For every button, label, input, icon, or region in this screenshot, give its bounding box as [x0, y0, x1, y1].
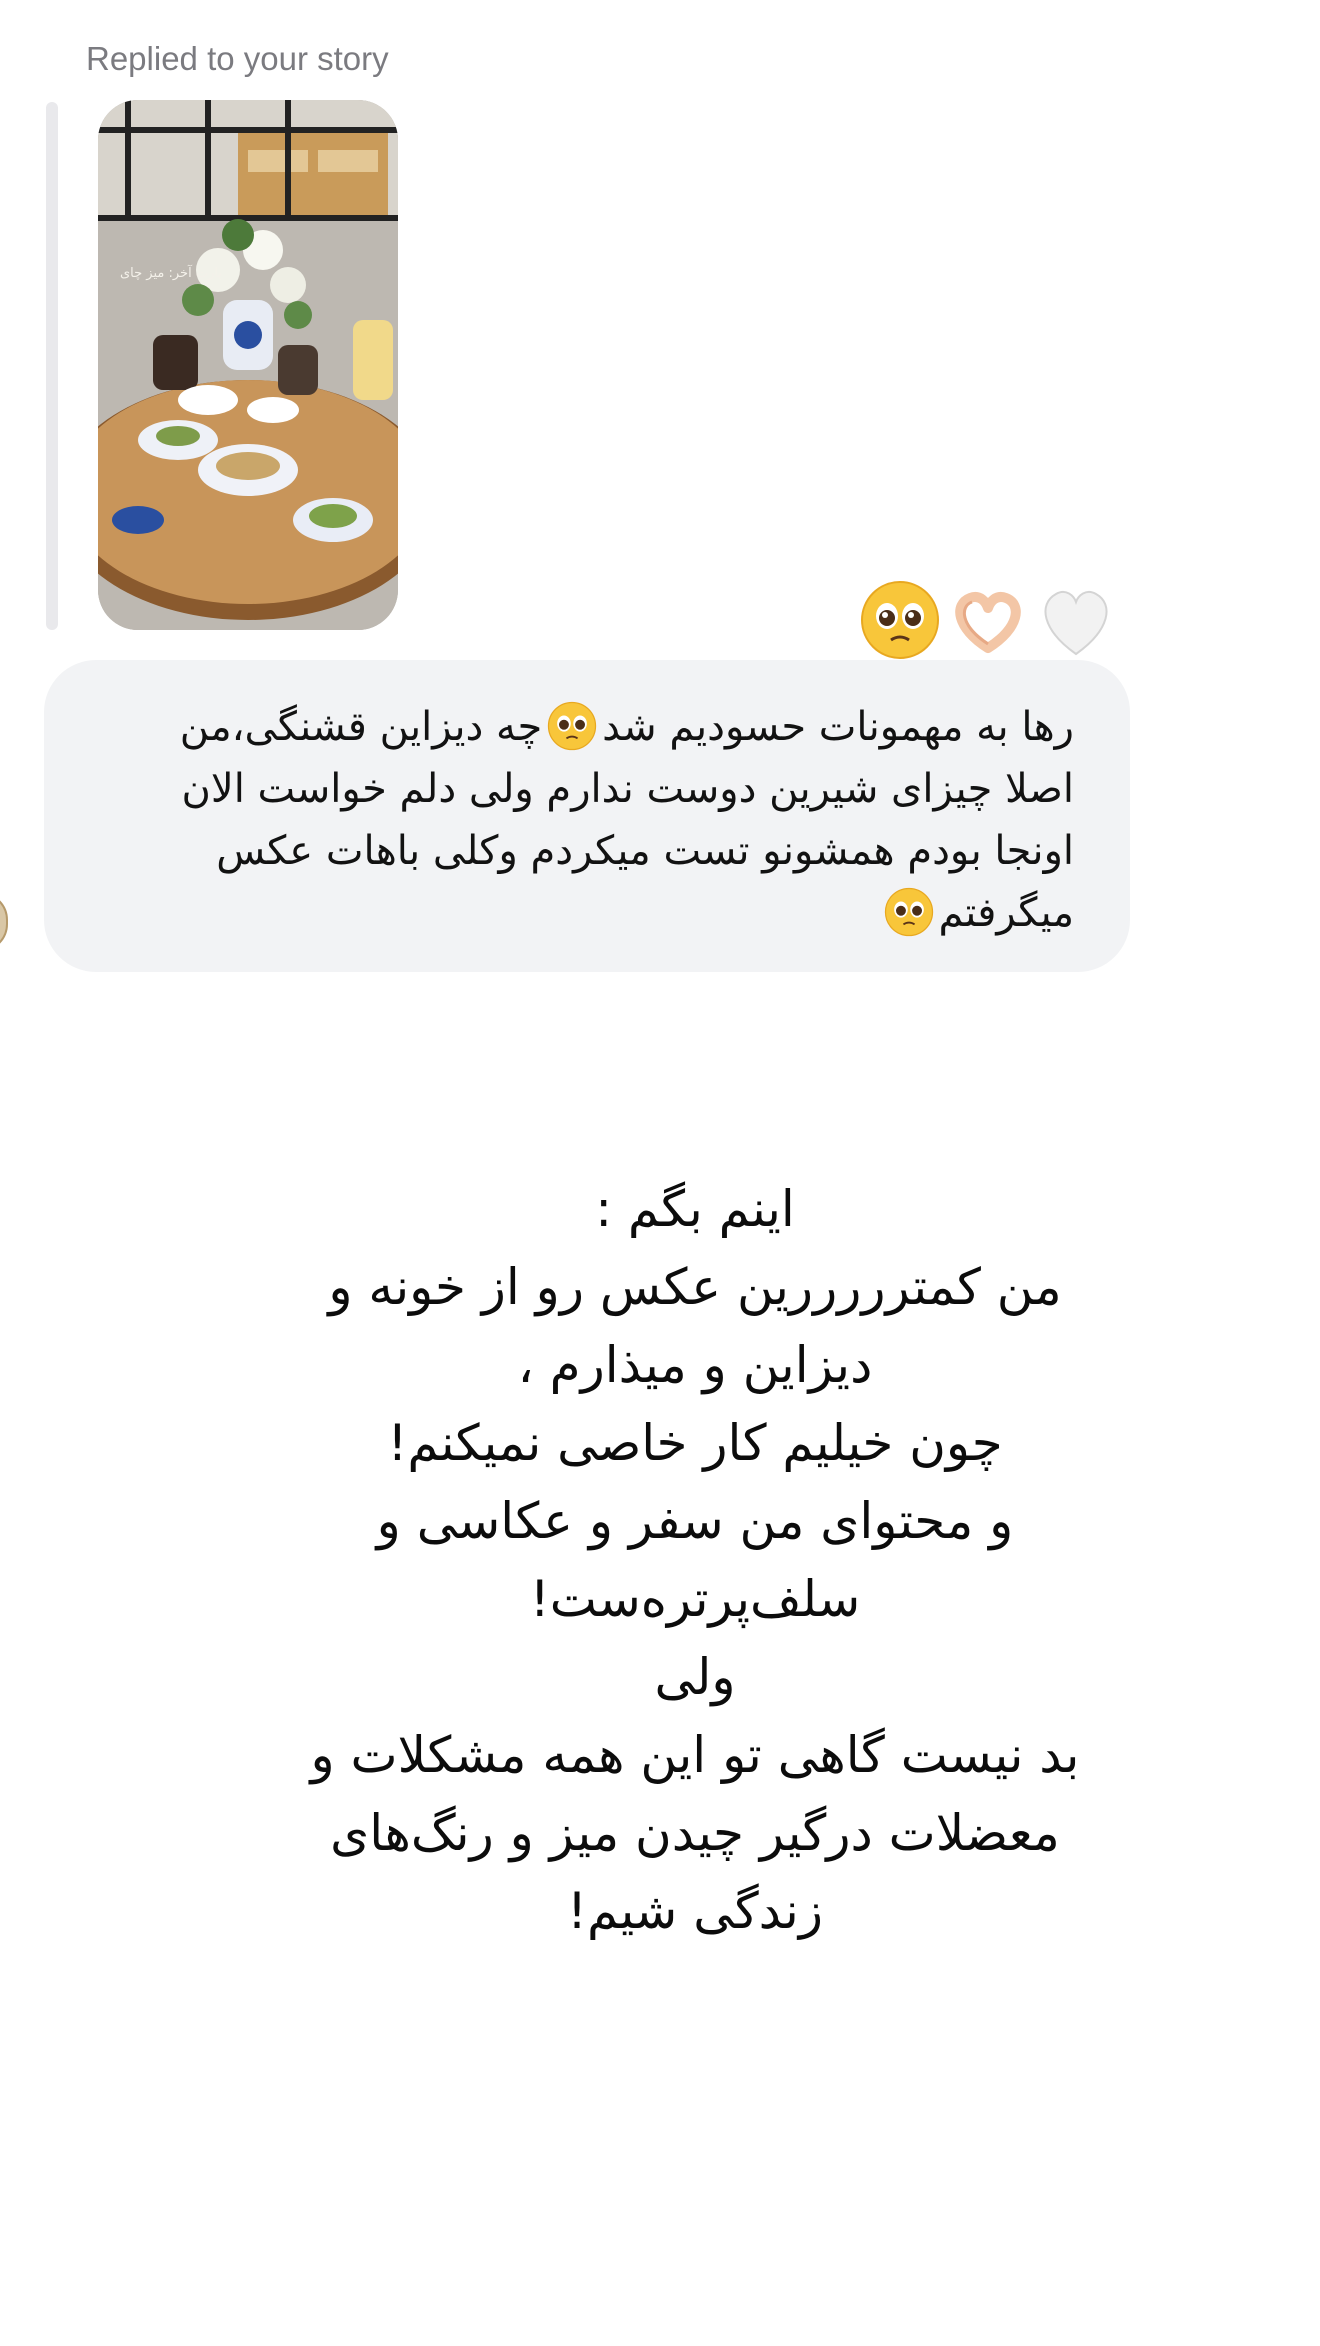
sender-avatar[interactable]	[0, 892, 8, 952]
story-caption-line: دیزاین و میذارم ،	[517, 1336, 873, 1394]
message-line: اصلا چیزای شیرین دوست ندارم ولی دلم خواس…	[181, 766, 1075, 812]
pleading-face-icon	[861, 581, 939, 659]
message-text: رها به مهمونات حسودیم شد	[602, 704, 1074, 750]
pleading-face-icon	[884, 887, 933, 937]
message-text: میگرفتم	[938, 890, 1074, 936]
story-caption-line: چون خیلیم کار خاصی نمیکنم!	[387, 1414, 1003, 1472]
story-caption-line: سلف‌پرترەست!	[529, 1570, 861, 1628]
story-caption: اینم بگم : من کمترررررین عکس رو از خونه …	[200, 1170, 1190, 1950]
story-caption-line: معضلات درگیر چیدن میز و رنگ‌های	[330, 1804, 1060, 1862]
story-caption-line: من کمترررررین عکس رو از خونه و	[328, 1258, 1062, 1316]
story-thumbnail[interactable]	[98, 100, 398, 630]
message-line: اونجا بودم همشونو تست میکردم وکلی باهات …	[216, 828, 1074, 874]
message-line: میگرفتم	[84, 882, 1074, 944]
message-bubble[interactable]: رها به مهمونات حسودیم شد چه دیزاین قشنگی…	[44, 660, 1130, 972]
story-caption-line: و محتوای من سفر و عکاسی و	[376, 1492, 1014, 1550]
story-caption-line: زندگی شیم!	[567, 1882, 823, 1940]
message-line: رها به مهمونات حسودیم شد چه دیزاین قشنگی…	[84, 696, 1074, 758]
heart-hands-icon	[955, 592, 1021, 653]
story-caption-line: ولی	[654, 1648, 736, 1706]
message-text: چه دیزاین قشنگی،من	[179, 704, 543, 750]
white-heart-icon	[1044, 590, 1108, 656]
story-caption-line: اینم بگم :	[595, 1180, 795, 1238]
message-reactions[interactable]	[858, 578, 1118, 662]
pleading-face-icon	[548, 701, 597, 751]
story-photo-tea-table	[98, 100, 398, 630]
reply-quote-bar	[46, 102, 58, 630]
story-overlay-caption: پارت آخر: میز چای	[120, 266, 222, 281]
story-caption-line: بد نیست گاهی تو این همه مشکلات و	[310, 1726, 1080, 1784]
replied-to-story-label: Replied to your story	[86, 40, 389, 77]
